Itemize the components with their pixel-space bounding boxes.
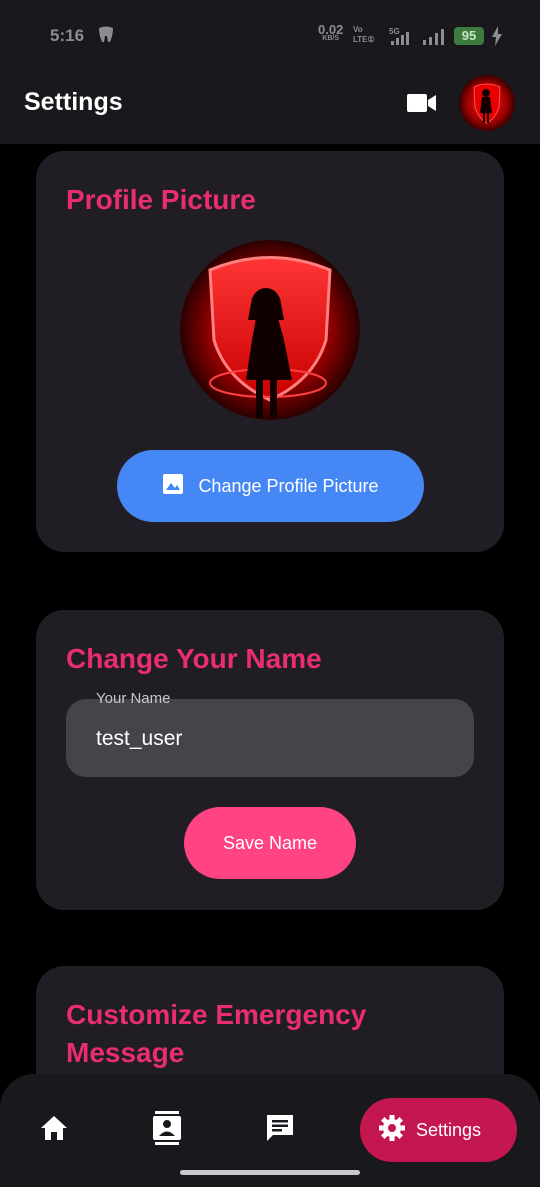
name-field-label: Your Name bbox=[96, 690, 171, 707]
charging-icon bbox=[491, 26, 503, 51]
chat-icon bbox=[265, 1113, 295, 1148]
video-camera-icon[interactable] bbox=[407, 92, 437, 119]
battery-indicator: 95 bbox=[454, 27, 484, 45]
app-bar: Settings bbox=[0, 72, 540, 144]
name-field-value[interactable]: test_user bbox=[96, 727, 182, 751]
profile-picture bbox=[180, 240, 360, 420]
network-speed: 0.02 KB/S bbox=[318, 22, 344, 43]
avatar[interactable] bbox=[459, 75, 515, 131]
gear-icon bbox=[378, 1114, 406, 1147]
signal-icon bbox=[422, 27, 446, 50]
nav-settings[interactable]: Settings bbox=[360, 1098, 517, 1162]
signal-5g-icon: 5G bbox=[389, 26, 415, 51]
profile-picture-card: Profile Picture Change Profile Picture bbox=[36, 151, 504, 552]
page-title: Settings bbox=[24, 88, 123, 116]
tooth-icon bbox=[96, 25, 116, 50]
nav-chat[interactable] bbox=[252, 1102, 308, 1158]
nav-settings-label: Settings bbox=[416, 1119, 482, 1140]
emergency-message-title: Customize Emergency Message bbox=[66, 999, 367, 1068]
save-name-button[interactable]: Save Name bbox=[184, 807, 356, 879]
change-profile-picture-label: Change Profile Picture bbox=[198, 475, 379, 496]
nav-home[interactable] bbox=[26, 1102, 82, 1158]
status-bar: 5:16 0.02 KB/S Vo LTE① 5G 95 bbox=[0, 0, 540, 72]
network-type-label: 5G bbox=[389, 27, 400, 36]
volte-indicator: Vo LTE① bbox=[353, 25, 375, 45]
change-name-card: Change Your Name Your Name test_user Sav… bbox=[36, 610, 504, 910]
home-indicator bbox=[180, 1170, 360, 1175]
image-icon bbox=[162, 473, 184, 500]
contacts-icon bbox=[152, 1110, 182, 1150]
volte-top: Vo bbox=[353, 25, 363, 34]
nav-contacts[interactable] bbox=[139, 1102, 195, 1158]
network-speed-value: 0.02 bbox=[318, 22, 344, 37]
change-name-title: Change Your Name bbox=[66, 643, 322, 674]
home-icon bbox=[39, 1114, 69, 1147]
change-profile-picture-button[interactable]: Change Profile Picture bbox=[117, 450, 424, 522]
status-time: 5:16 bbox=[50, 26, 85, 45]
name-field[interactable]: Your Name test_user bbox=[66, 690, 474, 777]
volte-bottom: LTE① bbox=[353, 35, 375, 44]
bottom-navigation: Settings bbox=[0, 1074, 540, 1187]
profile-picture-title: Profile Picture bbox=[66, 184, 256, 215]
